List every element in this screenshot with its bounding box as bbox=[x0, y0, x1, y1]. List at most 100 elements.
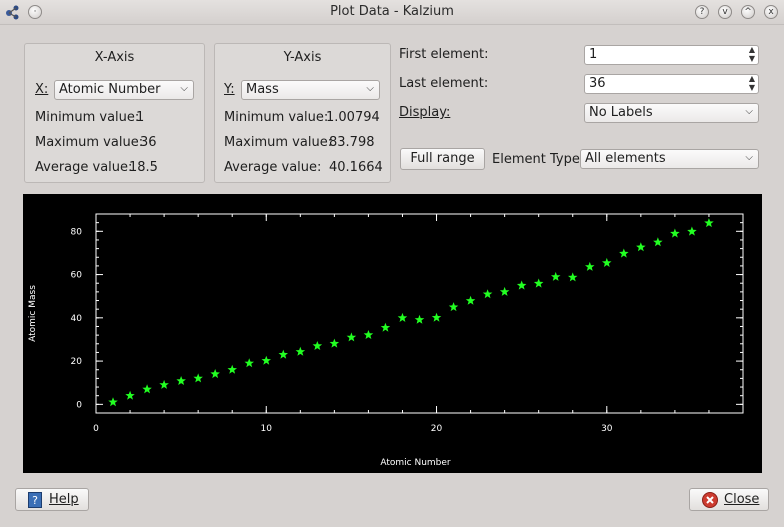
data-point bbox=[159, 379, 169, 389]
first-element-value: 1 bbox=[589, 47, 598, 62]
data-point bbox=[380, 322, 391, 332]
data-point bbox=[346, 332, 357, 342]
data-point bbox=[244, 358, 254, 368]
element-type-combo[interactable]: All elements ⌵ bbox=[580, 149, 759, 169]
data-point bbox=[312, 341, 323, 350]
y-tick-label: 0 bbox=[76, 400, 82, 410]
last-element-label: Last element: bbox=[399, 76, 489, 91]
data-point bbox=[465, 295, 476, 305]
data-point bbox=[704, 218, 714, 228]
y-max-value: 83.798 bbox=[329, 135, 375, 150]
full-range-label: Full range bbox=[410, 151, 475, 166]
help-label: Help bbox=[49, 492, 79, 507]
x-tick-label: 10 bbox=[261, 424, 273, 434]
x-avg-label: Average value: bbox=[35, 160, 133, 175]
x-axis-combo-value: Atomic Number bbox=[59, 82, 161, 97]
full-range-button[interactable]: Full range bbox=[400, 148, 485, 170]
chevron-down-icon: ⌵ bbox=[180, 83, 188, 94]
scatter-plot: 0 10 20 30 0 20 40 60 80 Atomic Number Atomic Mass bbox=[28, 213, 744, 468]
display-combo[interactable]: No Labels ⌵ bbox=[584, 103, 759, 123]
help-button[interactable]: ? Help bbox=[15, 488, 89, 511]
data-point bbox=[670, 228, 680, 238]
close-label: Close bbox=[724, 492, 760, 507]
x-tick-label: 0 bbox=[93, 424, 99, 434]
x-max-label: Maximum value: bbox=[35, 135, 144, 150]
data-point bbox=[602, 257, 612, 267]
data-point bbox=[516, 280, 527, 290]
element-type-label: Element Type bbox=[492, 152, 580, 167]
maximize-button[interactable]: ^ bbox=[741, 5, 755, 19]
data-point bbox=[176, 376, 186, 385]
help-context-button[interactable]: ? bbox=[695, 5, 709, 19]
data-point bbox=[448, 302, 459, 312]
window-titlebar[interactable]: · Plot Data - Kalzium ? v ^ x bbox=[0, 0, 784, 25]
y-axis-panel: Y-Axis Y: Mass ⌵ Minimum value: 1.00794 … bbox=[214, 43, 391, 183]
data-point bbox=[125, 390, 135, 400]
window-title: Plot Data - Kalzium bbox=[330, 4, 454, 19]
y-axis-combo[interactable]: Mass ⌵ bbox=[241, 80, 380, 100]
x-axis-title: X-Axis bbox=[94, 50, 135, 65]
y-axis-title: Y-Axis bbox=[283, 50, 322, 65]
spin-arrows-icon[interactable]: ▲ ▼ bbox=[749, 74, 755, 92]
spin-arrows-icon[interactable]: ▲ ▼ bbox=[749, 45, 755, 63]
x-axis-combo[interactable]: Atomic Number ⌵ bbox=[54, 80, 194, 100]
y-tick-label: 40 bbox=[71, 314, 83, 324]
y-max-label: Maximum value: bbox=[224, 135, 333, 150]
data-point bbox=[397, 312, 408, 322]
data-point bbox=[482, 289, 493, 299]
close-window-button[interactable]: x bbox=[764, 5, 778, 19]
data-point bbox=[585, 261, 595, 271]
data-point bbox=[295, 346, 306, 356]
data-point bbox=[278, 349, 288, 359]
element-type-combo-value: All elements bbox=[585, 151, 666, 166]
chevron-down-icon: ⌵ bbox=[366, 83, 374, 94]
data-point bbox=[568, 272, 578, 282]
y-axis-label: Atomic Mass bbox=[28, 285, 38, 342]
data-point bbox=[636, 242, 646, 252]
chevron-down-icon: ⌵ bbox=[745, 152, 753, 163]
display-label: Display: bbox=[399, 105, 451, 120]
data-point bbox=[193, 373, 203, 383]
data-point bbox=[499, 286, 510, 296]
data-point bbox=[261, 355, 271, 365]
data-point bbox=[210, 369, 220, 379]
close-button[interactable]: Close bbox=[689, 488, 769, 511]
first-element-label: First element: bbox=[399, 47, 489, 62]
x-axis-selector-label: X: bbox=[35, 82, 49, 97]
help-icon: ? bbox=[28, 492, 42, 508]
data-point bbox=[551, 271, 561, 281]
minimize-button[interactable]: v bbox=[718, 5, 732, 19]
last-element-spinbox[interactable]: 36 ▲ ▼ bbox=[584, 74, 759, 94]
x-min-label: Minimum value: bbox=[35, 110, 140, 125]
data-point bbox=[329, 338, 340, 348]
data-point bbox=[414, 314, 425, 324]
y-axis-selector-label: Y: bbox=[224, 82, 235, 97]
data-point bbox=[227, 364, 237, 374]
plot-area[interactable]: 0 10 20 30 0 20 40 60 80 Atomic Number Atomic Mass bbox=[23, 194, 762, 473]
y-tick-label: 20 bbox=[71, 357, 83, 367]
display-combo-value: No Labels bbox=[589, 105, 653, 120]
data-point bbox=[619, 248, 629, 258]
data-point bbox=[108, 397, 118, 407]
data-point bbox=[363, 330, 374, 339]
data-point bbox=[533, 278, 544, 288]
data-point bbox=[653, 237, 663, 247]
y-tick-label: 80 bbox=[71, 227, 83, 237]
svg-text:?: ? bbox=[32, 494, 38, 507]
data-point bbox=[431, 312, 442, 322]
plot-frame bbox=[95, 213, 744, 414]
x-avg-value: 18.5 bbox=[129, 160, 158, 175]
data-point bbox=[142, 384, 152, 394]
close-icon bbox=[702, 492, 718, 508]
x-tick-label: 30 bbox=[601, 424, 613, 434]
y-min-label: Minimum value: bbox=[224, 110, 329, 125]
y-avg-value: 40.1664 bbox=[329, 160, 383, 175]
chevron-down-icon: ⌵ bbox=[745, 106, 753, 117]
last-element-value: 36 bbox=[589, 76, 606, 91]
x-max-value: 36 bbox=[140, 135, 157, 150]
first-element-spinbox[interactable]: 1 ▲ ▼ bbox=[584, 45, 759, 65]
x-axis-label: Atomic Number bbox=[380, 458, 451, 468]
y-axis-combo-value: Mass bbox=[246, 82, 279, 97]
data-point bbox=[687, 226, 697, 236]
x-tick-label: 20 bbox=[431, 424, 443, 434]
